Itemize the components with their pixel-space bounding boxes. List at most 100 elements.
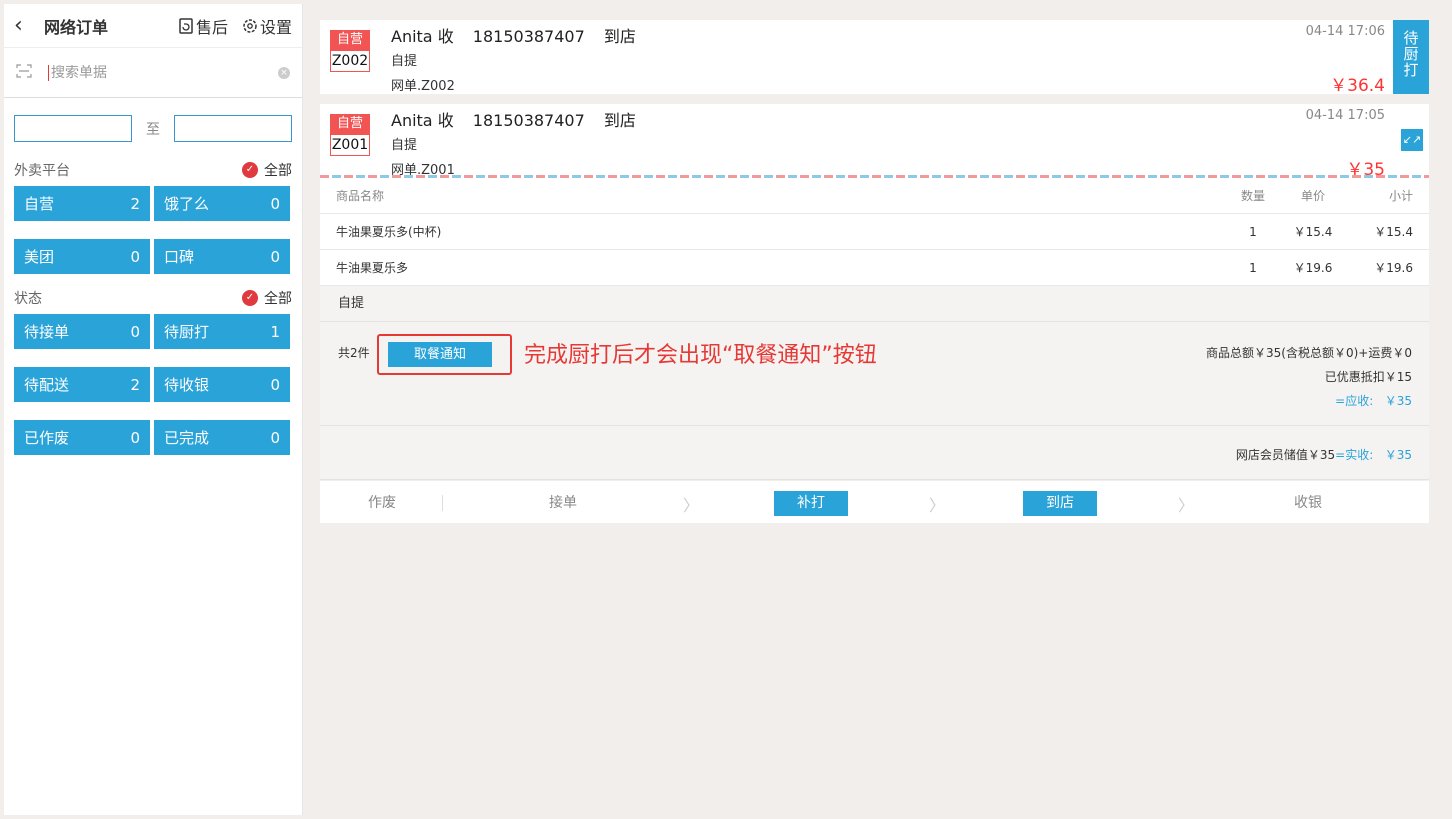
status-item-completed[interactable]: 已完成 0 (154, 420, 290, 455)
clear-search-icon[interactable]: × (278, 66, 290, 79)
total-amount: 商品总额￥35(含税总额￥0)+运费￥0 (1206, 346, 1412, 360)
status-count: 1 (270, 322, 280, 341)
platform-all-toggle[interactable]: ✓ 全部 (242, 160, 292, 180)
order-card[interactable]: 自营 Z001 Anita 收 18150387407 到店 自提 网单.Z00… (320, 104, 1429, 180)
platform-header: 外卖平台 ✓ 全部 (4, 154, 302, 186)
void-button[interactable]: 作废 (368, 491, 396, 516)
platform-label: 美团 (24, 248, 55, 266)
aftersale-label: 售后 (195, 17, 228, 37)
platform-label: 口碑 (164, 248, 195, 266)
platform-item-eleme[interactable]: 饿了么 0 (154, 186, 290, 221)
col-price: 单价 (1300, 189, 1325, 203)
pickup-notify-button[interactable]: 取餐通知 (388, 342, 492, 367)
chevron-right-icon: 〉 (683, 496, 700, 515)
collapse-icon[interactable]: ↙↗ (1401, 129, 1423, 151)
status-all-label: 全部 (264, 291, 292, 307)
search-input[interactable] (48, 64, 278, 81)
settings-button[interactable]: 设置 (242, 14, 292, 38)
status-heading: 状态 (14, 291, 42, 307)
col-qty: 数量 (1240, 189, 1265, 203)
order-card[interactable]: 自营 Z002 Anita 收 18150387407 到店 自提 网单.Z00… (320, 20, 1429, 96)
status-count: 0 (130, 428, 140, 447)
order-items-table: 商品名称 数量 单价 小计 牛油果夏乐多(中杯) 1 ￥15.4 ￥15.4 牛… (320, 178, 1429, 286)
order-customer: Anita 收 (391, 111, 454, 130)
cashier-button[interactable]: 收银 (1293, 491, 1323, 516)
status-label: 待配送 (24, 376, 70, 394)
date-separator: 至 (146, 121, 160, 138)
platform-count: 0 (270, 194, 280, 213)
arrive-button[interactable]: 到店 (1023, 491, 1097, 516)
status-label: 待收银 (164, 376, 210, 394)
divider (442, 495, 443, 511)
chevron-right-icon: 〉 (1178, 496, 1195, 515)
status-item-pending-cashier[interactable]: 待收银 0 (154, 367, 290, 402)
order-phone: 18150387407 (472, 27, 585, 46)
item-subtotal: ￥19.6 (1374, 261, 1413, 275)
pending-kitchen-button[interactable]: 待厨打 (1393, 20, 1429, 94)
item-price: ￥15.4 (1293, 225, 1333, 239)
status-count: 2 (130, 375, 140, 394)
order-customer-line: Anita 收 18150387407 到店 (391, 23, 650, 47)
platform-count: 0 (270, 247, 280, 266)
order-actions: 作废 接单 〉 补打 〉 到店 〉 收银 (320, 481, 1429, 523)
item-qty: 1 (1249, 224, 1257, 239)
order-time: 04-14 17:06 (1305, 24, 1385, 39)
search-bar: × (4, 48, 302, 98)
aftersale-icon (179, 17, 193, 34)
status-label: 待厨打 (164, 323, 210, 341)
order-number: 网单.Z002 (391, 79, 455, 94)
settings-label: 设置 (259, 17, 292, 37)
col-subtotal: 小计 (1388, 189, 1413, 203)
accept-button[interactable]: 接单 (548, 491, 578, 516)
order-summary: 共2件 取餐通知 完成厨打后才会出现“取餐通知”按钮 商品总额￥35(含税总额￥… (320, 322, 1429, 426)
paid-summary: 网店会员储值￥35=实收: ￥35 (320, 426, 1429, 480)
pickup-method: 自提 (320, 286, 1429, 322)
status-header: 状态 ✓ 全部 (4, 282, 302, 314)
platform-label: 饿了么 (164, 195, 210, 213)
platform-item-ziying[interactable]: 自营 2 (14, 186, 150, 221)
reprint-button[interactable]: 补打 (774, 491, 848, 516)
receivable-value: ￥35 (1384, 394, 1412, 408)
item-price: ￥19.6 (1293, 261, 1333, 275)
order-price: ￥36.4 (1330, 76, 1385, 96)
order-tag-code: Z002 (330, 50, 370, 72)
item-count: 共2件 (338, 346, 370, 360)
paid-line: 网店会员储值￥35=实收: ￥35 (1236, 446, 1412, 463)
page-title: 网络订单 (44, 17, 109, 37)
back-icon[interactable]: ‹ (14, 13, 38, 38)
paid-label: =实收: (1335, 448, 1374, 462)
item-subtotal: ￥15.4 (1374, 225, 1413, 239)
annotation-text: 完成厨打后才会出现“取餐通知”按钮 (524, 343, 877, 368)
status-count: 0 (130, 322, 140, 341)
order-sub: 自提 (391, 54, 418, 69)
status-item-voided[interactable]: 已作废 0 (14, 420, 150, 455)
status-item-pending-kitchen[interactable]: 待厨打 1 (154, 314, 290, 349)
order-customer: Anita 收 (391, 27, 454, 46)
status-label: 已作废 (24, 429, 70, 447)
date-from-input[interactable] (14, 115, 132, 142)
date-to-input[interactable] (174, 115, 292, 142)
platform-grid: 自营 2 饿了么 0 美团 0 口碑 0 (4, 186, 302, 274)
order-phone: 18150387407 (472, 111, 585, 130)
order-mode: 到店 (603, 111, 636, 130)
status-all-toggle[interactable]: ✓ 全部 (242, 288, 292, 308)
order-tag: 自营 Z001 (330, 114, 370, 156)
status-count: 0 (270, 428, 280, 447)
aftersale-button[interactable]: 售后 (178, 14, 228, 38)
status-item-pending-accept[interactable]: 待接单 0 (14, 314, 150, 349)
order-mode: 到店 (603, 27, 636, 46)
status-label: 待接单 (24, 323, 70, 341)
order-sub: 自提 (391, 138, 418, 153)
status-item-pending-delivery[interactable]: 待配送 2 (14, 367, 150, 402)
platform-count: 2 (130, 194, 140, 213)
status-label: 已完成 (164, 429, 210, 447)
table-row: 牛油果夏乐多(中杯) 1 ￥15.4 ￥15.4 (320, 214, 1429, 250)
platform-item-koubei[interactable]: 口碑 0 (154, 239, 290, 274)
date-range: 至 (4, 115, 302, 142)
platform-item-meituan[interactable]: 美团 0 (14, 239, 150, 274)
order-tag-source: 自营 (330, 30, 370, 50)
sidebar: ‹ 网络订单 售后 设置 × 至 外卖平台 ✓ 全部 自营 2 饿了么 0 美团 0 … (4, 4, 303, 815)
scan-icon[interactable] (16, 63, 38, 82)
status-grid: 待接单 0 待厨打 1 待配送 2 待收银 0 已作废 0 已完成 0 (4, 314, 302, 455)
receivable-line: =应收: ￥35 (1335, 392, 1412, 409)
